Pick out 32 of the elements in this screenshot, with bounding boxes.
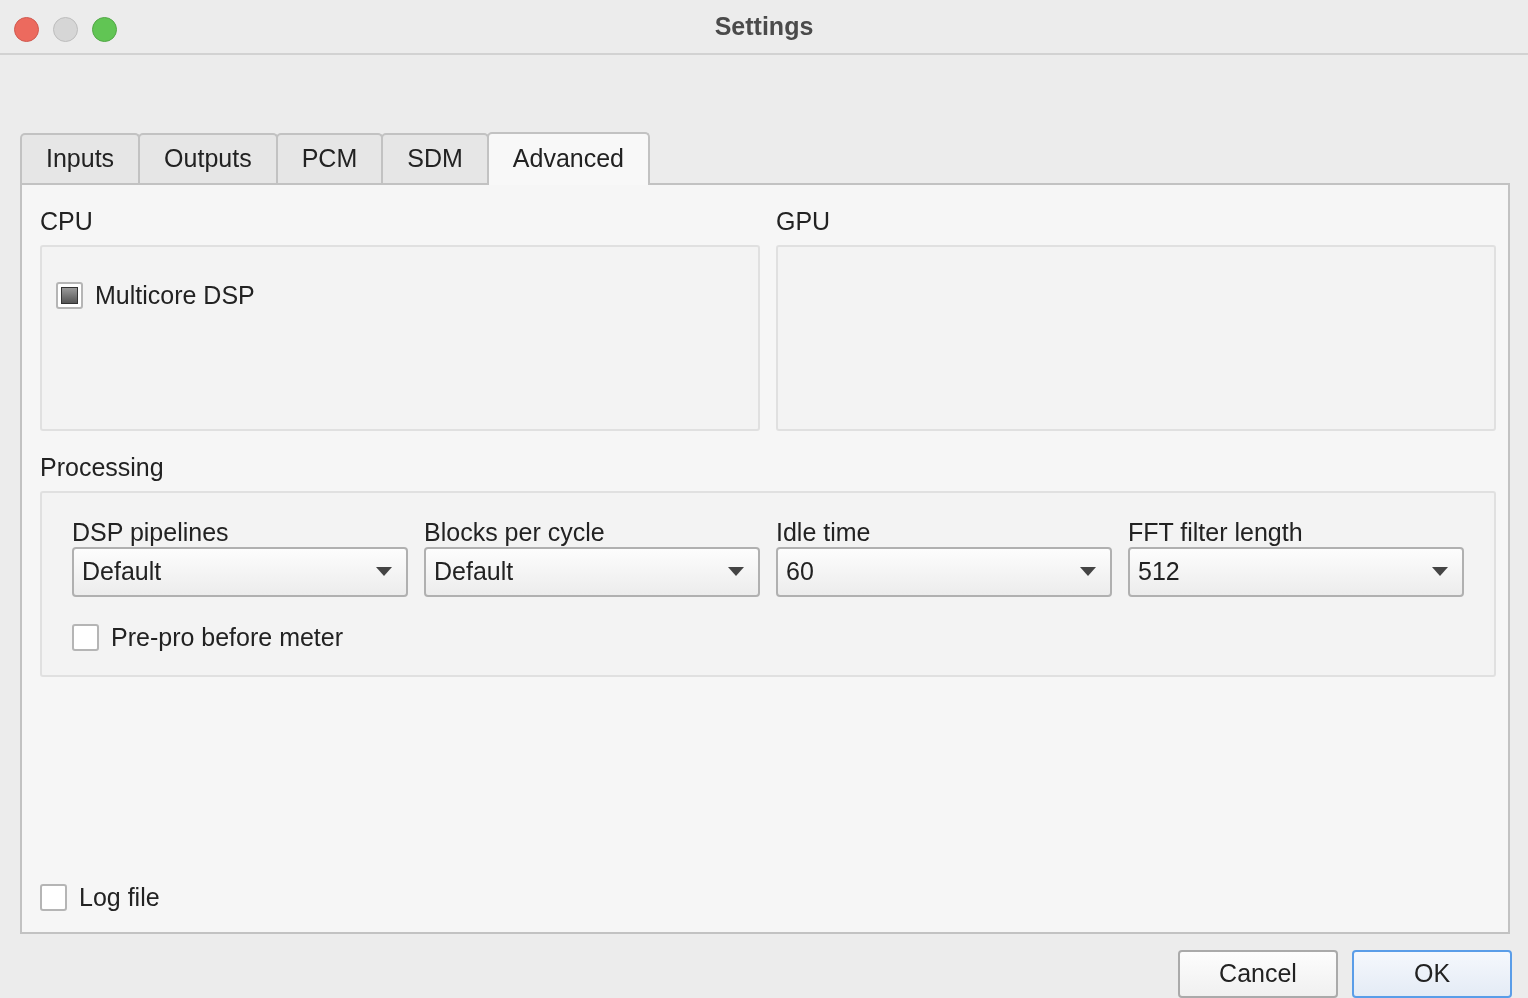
checkbox[interactable] bbox=[72, 623, 99, 651]
field-label: FFT filter length bbox=[1128, 516, 1304, 547]
tab[interactable]: Outputs bbox=[138, 132, 278, 183]
dropdown[interactable]: Default bbox=[72, 546, 408, 597]
checkbox-label: Log file bbox=[79, 881, 160, 913]
tab[interactable]: SDM bbox=[381, 132, 489, 183]
dropdown[interactable]: 60 bbox=[776, 546, 1112, 597]
minimize-button[interactable] bbox=[53, 17, 78, 42]
dropdown[interactable]: Default bbox=[424, 546, 760, 597]
checkbox-label: Pre-pro before meter bbox=[111, 621, 344, 653]
cancel-button[interactable]: Cancel bbox=[1178, 950, 1338, 998]
group-title: CPU bbox=[40, 205, 93, 237]
ok-button[interactable]: OK bbox=[1352, 950, 1512, 998]
dropdown[interactable]: 512 bbox=[1128, 546, 1464, 597]
field-label: Blocks per cycle bbox=[424, 516, 606, 547]
field-label: Idle time bbox=[776, 516, 872, 547]
caret-icon bbox=[1432, 567, 1448, 576]
zoom-button[interactable] bbox=[92, 17, 117, 42]
checkbox-label: Multicore DSP bbox=[95, 279, 255, 311]
tab[interactable]: Inputs bbox=[20, 132, 141, 183]
checkbox[interactable] bbox=[56, 281, 83, 309]
tab[interactable]: PCM bbox=[275, 132, 384, 183]
close-button[interactable] bbox=[14, 17, 39, 42]
caret-icon bbox=[376, 567, 392, 576]
tab[interactable]: Advanced bbox=[486, 131, 650, 185]
caret-icon bbox=[728, 567, 744, 576]
group-title: GPU bbox=[776, 205, 831, 237]
field-label: DSP pipelines bbox=[72, 516, 230, 547]
group-title: Processing bbox=[40, 451, 164, 483]
window-title: Settings bbox=[714, 11, 814, 42]
caret-icon bbox=[1080, 567, 1096, 576]
checkbox[interactable] bbox=[40, 883, 67, 911]
